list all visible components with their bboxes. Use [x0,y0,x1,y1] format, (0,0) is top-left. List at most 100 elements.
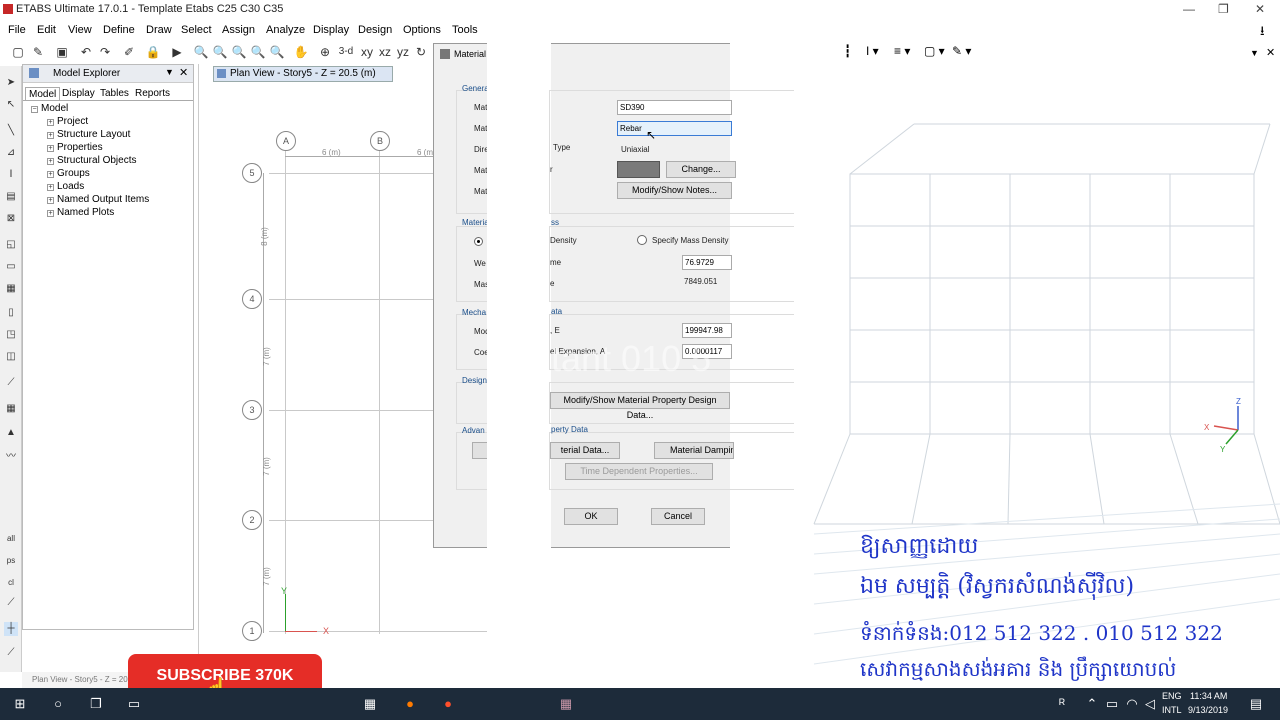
draw-wave-icon[interactable]: 〰 [4,450,18,464]
new-model-icon[interactable]: ▢ [10,44,26,60]
view-close-icon[interactable]: ✕ [1266,46,1275,59]
draw-frame-icon[interactable]: ⊿ [4,146,18,160]
menu-define[interactable]: Define [103,24,135,36]
tree-item-loads[interactable]: + Loads [47,181,84,192]
redo-icon[interactable]: ↷ [97,44,113,60]
tab-tables[interactable]: Tables [97,87,132,100]
draw-quick-icon[interactable]: ▦ [4,282,18,296]
wifi-icon[interactable]: ◠ [1124,696,1140,712]
draw-column-icon[interactable]: Ⅰ [4,168,18,182]
plan-view-icon[interactable]: xy [359,44,375,60]
tray-chevron-icon[interactable]: ⌃ [1084,696,1100,712]
nonlinear-material-data-button[interactable]: terial Data... [550,442,620,459]
draw-pen-icon[interactable]: ✎ ▾ [952,44,971,58]
tree-item-named-plots[interactable]: + Named Plots [47,207,114,218]
clock-date[interactable]: 9/13/2019 [1188,705,1228,715]
tree-item-groups[interactable]: + Groups [47,168,90,179]
material-color-swatch[interactable] [617,161,660,178]
menu-display[interactable]: Display [313,24,349,36]
menu-design[interactable]: Design [358,24,392,36]
text-tool-icon[interactable]: ┇ [844,44,851,58]
clear-select-icon[interactable]: cl [4,576,18,590]
menu-view[interactable]: View [68,24,92,36]
tree-item-project[interactable]: + Project [47,116,88,127]
draw-beam-icon[interactable]: ▤ [4,190,18,204]
reshape-icon[interactable]: ↖ [4,98,18,112]
explorer-dropdown-icon[interactable]: ▼ [165,67,174,77]
select-all-icon[interactable]: all [4,532,18,546]
zoom-previous-icon[interactable]: 🔍 [269,44,285,60]
file-explorer-icon[interactable]: ▭ [126,696,142,712]
calculator-icon[interactable]: ▦ [362,696,378,712]
tab-model[interactable]: Model [25,87,61,101]
menu-edit[interactable]: Edit [37,24,56,36]
rubber-band-icon[interactable]: ↻ [413,44,429,60]
pencil-icon[interactable]: ✐ [121,44,137,60]
tree-item-structure-layout[interactable]: + Structure Layout [47,129,130,140]
nonlinear-data-button-edge[interactable] [472,442,488,459]
search-icon[interactable]: ○ [50,696,66,712]
draw-support-icon[interactable]: ▲ [4,426,18,440]
cancel-button[interactable]: Cancel [651,508,705,525]
weight-per-volume-input[interactable]: 76.9729 [682,255,732,270]
menu-select[interactable]: Select [181,24,212,36]
minimize-button[interactable]: — [1183,2,1195,16]
zoom-out-icon[interactable]: 🔍 [231,44,247,60]
notification-icon[interactable]: ▤ [1248,696,1264,712]
modify-show-notes-button[interactable]: Modify/Show Notes... [617,182,732,199]
modulus-input[interactable]: 199947.98 [682,323,732,338]
rectangle-icon[interactable]: ▢ ▾ [924,44,945,58]
start-icon[interactable]: ⊞ [12,696,28,712]
tree-item-structural-objects[interactable]: + Structural Objects [47,155,136,166]
undo-icon[interactable]: ↶ [78,44,94,60]
menu-file[interactable]: File [8,24,26,36]
line-style-icon[interactable]: ≡ ▾ [894,44,910,58]
menu-options[interactable]: Options [403,24,441,36]
tree-item-properties[interactable]: + Properties [47,142,103,153]
tree-root[interactable]: − Model [31,103,68,114]
download-icon[interactable]: ⭳ [1260,22,1265,44]
zoom-in-icon[interactable]: 🔍 [250,44,266,60]
draw-area-icon[interactable]: ◱ [4,238,18,252]
material-damping-button[interactable]: Material Dampin [654,442,734,459]
tab-reports[interactable]: Reports [132,87,173,100]
plan-view-tab[interactable]: Plan View - Story5 - Z = 20.5 (m) [213,66,393,82]
elevation-view-icon[interactable]: xz [377,44,393,60]
snap-intersection-icon[interactable]: ⟋ [4,646,18,660]
lock-icon[interactable]: 🔒 [145,44,161,60]
rotate-view-icon[interactable]: yz [395,44,411,60]
clock-time[interactable]: 11:34 AM [1190,691,1227,701]
material-name-input[interactable]: SD390 [617,100,732,115]
explorer-close-icon[interactable]: ✕ [179,66,188,79]
snap-icon[interactable]: ⟋ [4,596,18,610]
font-icon[interactable]: I ▾ [866,44,879,58]
draw-rect-icon[interactable]: ▭ [4,260,18,274]
draw-opening-icon[interactable]: ◳ [4,328,18,342]
firefox-icon[interactable]: ● [402,696,418,712]
pointer-icon[interactable]: ➤ [4,76,18,90]
draw-line-icon[interactable]: ╲ [4,124,18,138]
task-view-icon[interactable]: ❐ [88,696,104,712]
maximize-button[interactable]: ❐ [1218,2,1229,16]
ok-button[interactable]: OK [564,508,618,525]
snap-point-icon[interactable]: ┼ [4,622,18,636]
draw-wall-icon[interactable]: ▯ [4,306,18,320]
etabs-taskbar-icon[interactable]: ▦ [558,696,574,712]
select-view-icon[interactable]: ⊕ [317,44,333,60]
tab-display[interactable]: Display [59,87,98,100]
draw-grid-icon[interactable]: ▦ [4,402,18,416]
lang-secondary[interactable]: INTL [1162,705,1182,715]
view-3d-button[interactable]: 3-d [337,44,355,60]
run-icon[interactable]: ▶ [169,44,185,60]
menu-assign[interactable]: Assign [222,24,255,36]
change-color-button[interactable]: Change... [666,161,736,178]
volume-icon[interactable]: ◁ [1142,696,1158,712]
draw-tendon-icon[interactable]: ⟋ [4,376,18,390]
specify-mass-density-radio[interactable] [637,235,647,245]
close-window-button[interactable]: ✕ [1255,2,1265,16]
previous-select-icon[interactable]: ps [4,554,18,568]
modify-design-data-button[interactable]: Modify/Show Material Property Design Dat… [550,392,730,420]
draw-link-icon[interactable]: ◫ [4,350,18,364]
lang-primary[interactable]: ENG [1162,691,1182,701]
menu-analyze[interactable]: Analyze [266,24,305,36]
